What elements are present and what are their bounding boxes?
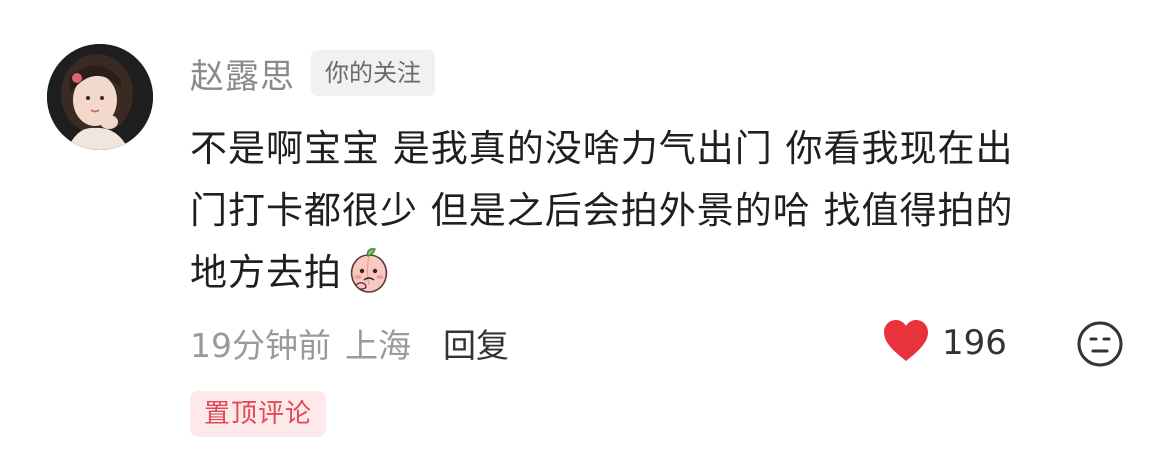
follow-badge: 你的关注 — [311, 50, 435, 96]
comment-text: 不是啊宝宝 是我真的没啥力气出门 你看我现在出 门打卡都很少 但是之后会拍外景的… — [190, 118, 1130, 304]
like-button[interactable]: 196 — [882, 318, 1007, 368]
comment-text-line-text: 地方去拍 — [190, 251, 342, 294]
comment-time: 19分钟前 — [190, 326, 331, 365]
pinned-badge: 置顶评论 — [190, 391, 327, 437]
comment-text-line: 不是啊宝宝 是我真的没啥力气出门 你看我现在出 — [190, 127, 1014, 170]
peach-emoji-icon — [344, 245, 394, 295]
comment-text-line-last: 地方去拍 — [190, 242, 1130, 304]
comment-item: 赵露思 你的关注 不是啊宝宝 是我真的没啥力气出门 你看我现在出 门打卡都很少 … — [0, 0, 1170, 460]
heart-icon — [882, 319, 930, 367]
author-row: 赵露思 你的关注 — [190, 46, 435, 100]
reply-button[interactable]: 回复 — [443, 319, 509, 367]
neutral-face-icon[interactable] — [1076, 320, 1124, 368]
avatar[interactable] — [47, 44, 153, 150]
comment-meta: 19分钟前 上海 回复 — [190, 318, 509, 368]
comment-text-line: 门打卡都很少 但是之后会拍外景的哈 找值得拍的 — [190, 189, 1014, 232]
author-name[interactable]: 赵露思 — [190, 49, 295, 98]
comment-location: 上海 — [345, 326, 411, 365]
like-count: 196 — [942, 323, 1007, 363]
